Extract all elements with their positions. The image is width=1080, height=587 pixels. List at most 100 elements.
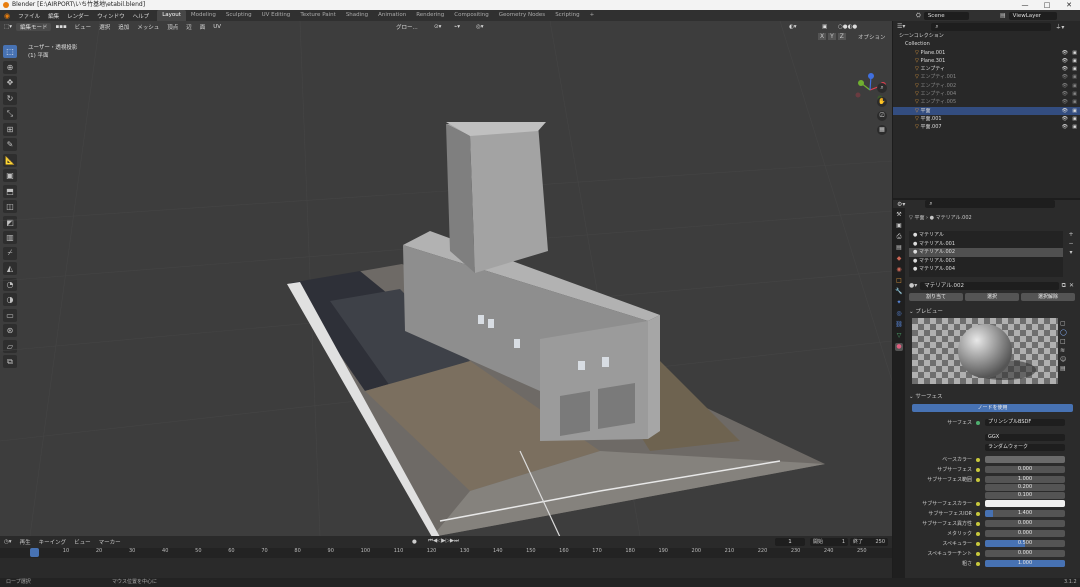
material-slot[interactable]: ● マテリアル.002 [909, 248, 1063, 257]
world-tab-icon[interactable]: ◉ [895, 266, 903, 274]
assign-button[interactable]: 割り当て [909, 293, 963, 301]
tab-layout[interactable]: Layout [157, 10, 186, 21]
socket-icon[interactable] [976, 532, 980, 536]
material-slot[interactable]: ● マテリアル.003 [909, 257, 1063, 266]
viewlayer-field[interactable]: ViewLayer [1008, 11, 1057, 20]
preview-monkey-icon[interactable]: ☺ [1060, 355, 1067, 364]
modifier-tab-icon[interactable]: 🔧 [895, 288, 903, 296]
outliner-item[interactable]: ▽ 平面.001 👁 ▣ [893, 115, 1080, 123]
material-tab-icon[interactable]: ● [895, 343, 903, 351]
end-frame-field[interactable]: 終了 250 [850, 537, 888, 546]
preview-hair-icon[interactable]: ≋ [1060, 346, 1067, 355]
outliner-item[interactable]: ▽ エンプティ.001 👁 ▣ [893, 73, 1080, 81]
socket-icon[interactable] [976, 478, 980, 482]
tab-modeling[interactable]: Modeling [186, 10, 221, 21]
collection-row[interactable]: Collection [893, 40, 1080, 48]
socket-icon[interactable] [976, 522, 980, 526]
subsurface-method-dropdown[interactable]: ランダムウォーク [985, 444, 1065, 451]
menu-edit[interactable]: 編集 [44, 12, 63, 20]
close-button[interactable]: ✕ [1058, 0, 1080, 10]
properties-search-input[interactable]: ⌕ [925, 200, 1056, 208]
tab-animation[interactable]: Animation [373, 10, 411, 21]
outliner-search-input[interactable]: ⌕ [931, 22, 1052, 31]
deselect-button[interactable]: 選択解除 [1021, 293, 1075, 301]
3d-viewport[interactable]: ⬚▾ 編集モード ▪▪▪ ビュー 選択 追加 メッシュ 頂点 辺 面 UV グロ… [0, 21, 892, 536]
render-icon[interactable]: ▣ [1072, 123, 1077, 131]
maximize-button[interactable]: □ [1036, 0, 1058, 10]
object-tab-icon[interactable]: □ [895, 277, 903, 285]
surface-section-header[interactable]: ⌄ サーフェス [909, 392, 943, 400]
ortho-grid-icon[interactable]: ▦ [877, 125, 887, 135]
socket-icon[interactable] [976, 542, 980, 546]
properties-editor-icon[interactable]: ⚙▾ [897, 201, 905, 208]
socket-icon[interactable] [976, 468, 980, 472]
outliner-item[interactable]: ▽ エンプティ.005 👁 ▣ [893, 98, 1080, 106]
render-icon[interactable]: ▣ [1072, 98, 1077, 106]
tab-shading[interactable]: Shading [341, 10, 373, 21]
outliner-item[interactable]: ▽ エンプティ.004 👁 ▣ [893, 90, 1080, 98]
constraints-tab-icon[interactable]: ⛓ [895, 321, 903, 329]
param-value[interactable]: 0.000 [985, 530, 1065, 537]
scene-field[interactable]: Scene [923, 11, 969, 20]
visibility-icon[interactable]: 👁 [1062, 123, 1068, 131]
param-value[interactable]: 0.100 [985, 492, 1065, 499]
scene-collection-row[interactable]: シーンコレクション [893, 32, 1080, 40]
menu-playback[interactable]: 再生 [16, 538, 35, 546]
render-tab-icon[interactable]: ▣ [895, 222, 903, 230]
render-icon[interactable]: ▣ [1072, 115, 1077, 123]
use-nodes-button[interactable]: ノードを使用 [912, 404, 1073, 412]
socket-icon[interactable] [976, 458, 980, 462]
breadcrumb-material[interactable]: マテリアル.002 [936, 215, 972, 221]
select-button[interactable]: 選択 [965, 293, 1019, 301]
menu-keying[interactable]: キーイング [35, 538, 71, 546]
tab-sculpting[interactable]: Sculpting [221, 10, 257, 21]
shader-dropdown[interactable]: プリンシプルBSDF [985, 419, 1065, 426]
start-frame-field[interactable]: 開始 1 [810, 537, 848, 546]
material-slot[interactable]: ● マテリアル.004 [909, 265, 1063, 274]
tab-rendering[interactable]: Rendering [411, 10, 449, 21]
render-icon[interactable]: ▣ [1072, 73, 1077, 81]
tab-compositing[interactable]: Compositing [449, 10, 493, 21]
outliner-item[interactable]: ▽ エンプティ 👁 ▣ [893, 65, 1080, 73]
outliner-item[interactable]: ▽ Plane.001 👁 ▣ [893, 49, 1080, 57]
material-name-field[interactable]: マテリアル.002 [920, 282, 1059, 290]
current-frame-field[interactable]: 1 [775, 537, 805, 546]
menu-window[interactable]: ウィンドウ [93, 12, 129, 20]
preview-cloth-icon[interactable]: ▤ [1060, 364, 1067, 373]
visibility-icon[interactable]: 👁 [1062, 73, 1068, 81]
scene-selector[interactable]: ⛭ Scene [916, 10, 969, 21]
render-icon[interactable]: ▣ [1072, 49, 1077, 57]
material-slot[interactable]: ● マテリアル.001 [909, 240, 1063, 249]
param-value[interactable] [985, 456, 1065, 463]
menu-render[interactable]: レンダー [63, 12, 93, 20]
param-value[interactable]: 1.400 [985, 510, 1065, 517]
viewlayer-selector[interactable]: ▤ ViewLayer [1000, 10, 1057, 21]
preview-cube-icon[interactable]: □ [1060, 337, 1067, 346]
add-workspace-button[interactable]: + [585, 10, 600, 21]
view-layer-tab-icon[interactable]: ▤ [895, 244, 903, 252]
remove-slot-button[interactable]: − [1067, 239, 1075, 248]
render-icon[interactable]: ▣ [1072, 57, 1077, 65]
tab-uv-editing[interactable]: UV Editing [257, 10, 296, 21]
visibility-icon[interactable]: 👁 [1062, 98, 1068, 106]
param-value[interactable]: 0.000 [985, 550, 1065, 557]
outliner-item[interactable]: ▽ Plane.301 👁 ▣ [893, 57, 1080, 65]
slot-menu-button[interactable]: ▾ [1067, 248, 1075, 257]
frame-ruler[interactable]: 1102030405060708090100110120130140150160… [0, 548, 892, 558]
socket-icon[interactable] [976, 552, 980, 556]
outliner-editor-icon[interactable]: ☰▾ [897, 23, 905, 30]
output-tab-icon[interactable]: ⎙ [895, 233, 903, 241]
preview-sphere-icon[interactable]: ◯ [1060, 328, 1067, 337]
visibility-icon[interactable]: 👁 [1062, 49, 1068, 57]
filter-icon[interactable]: ⏚▾ [1055, 22, 1064, 31]
outliner-item[interactable]: ▽ 平面.007 👁 ▣ [893, 123, 1080, 131]
visibility-icon[interactable]: 👁 [1062, 65, 1068, 73]
outliner-item[interactable]: ▽ エンプティ.002 👁 ▣ [893, 82, 1080, 90]
scene-tab-icon[interactable]: ◆ [895, 255, 903, 263]
visibility-icon[interactable]: 👁 [1062, 90, 1068, 98]
unlink-material-icon[interactable]: ✕ [1069, 282, 1074, 290]
param-value[interactable]: 1.000 [985, 560, 1065, 567]
material-slot[interactable]: ● マテリアル [909, 231, 1063, 240]
param-value[interactable] [985, 500, 1065, 507]
minimize-button[interactable]: — [1014, 0, 1036, 10]
